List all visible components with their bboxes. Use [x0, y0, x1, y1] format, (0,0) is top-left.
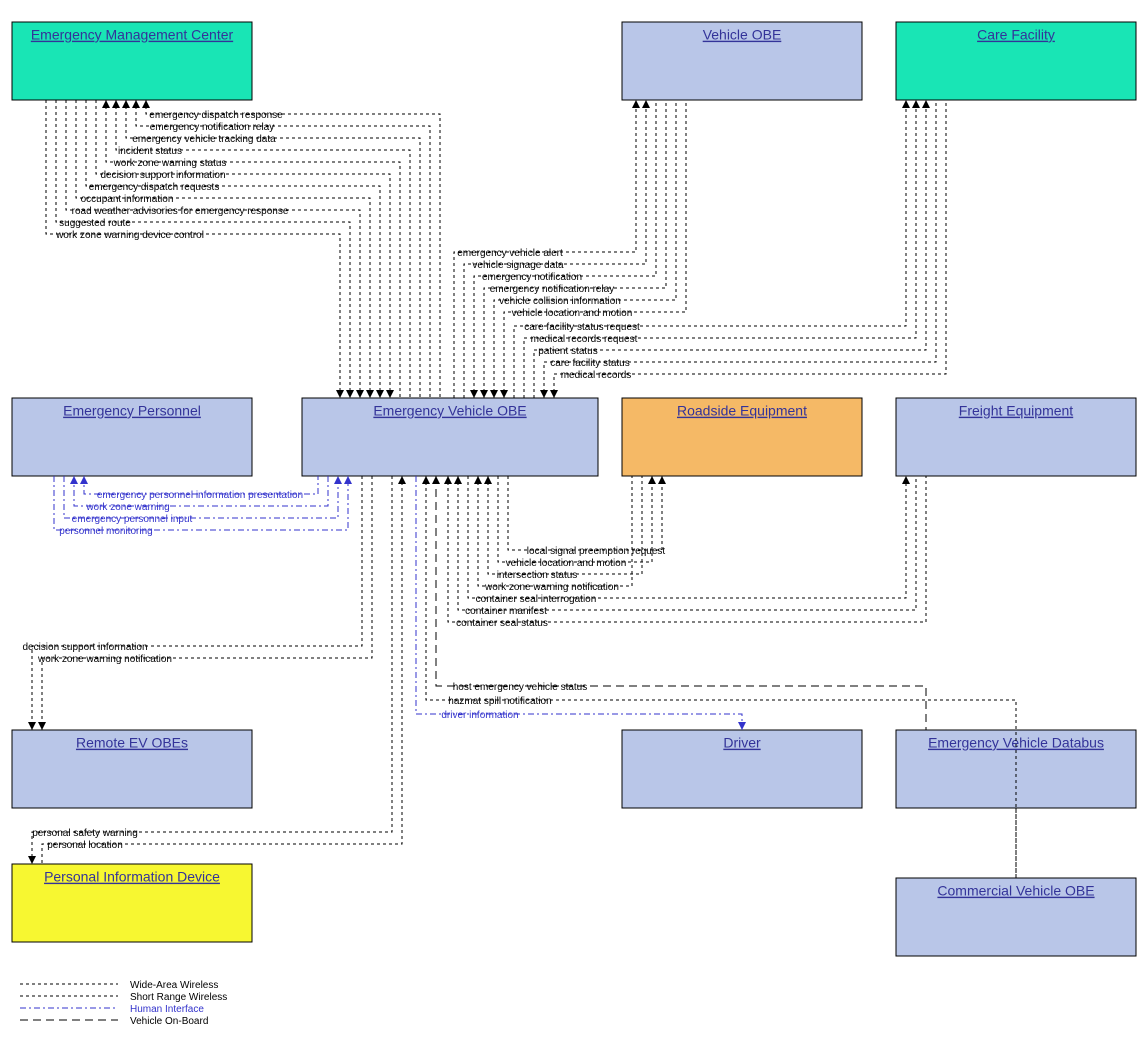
node-re[interactable]: Roadside Equipment: [622, 398, 862, 476]
flow-label[interactable]: patient status: [538, 346, 597, 357]
flow-label[interactable]: host emergency vehicle status: [453, 682, 588, 693]
flow-label[interactable]: hazmat spill notification: [448, 696, 551, 707]
flow-label[interactable]: suggested route: [59, 218, 131, 229]
flow-label[interactable]: vehicle signage data: [472, 260, 564, 271]
flow-label[interactable]: emergency dispatch requests: [89, 182, 220, 193]
node-label: Emergency Vehicle OBE: [373, 403, 526, 419]
node-label: Vehicle OBE: [703, 27, 782, 43]
node-fe[interactable]: Freight Equipment: [896, 398, 1136, 476]
node-label: Emergency Vehicle Databus: [928, 735, 1104, 751]
node-care[interactable]: Care Facility: [896, 22, 1136, 100]
flow-label[interactable]: emergency notification relay: [490, 284, 615, 295]
flow-label[interactable]: care facility status request: [524, 322, 640, 333]
node-label: Roadside Equipment: [677, 403, 807, 419]
node-label: Emergency Management Center: [31, 27, 234, 43]
flow-label[interactable]: container manifest: [465, 606, 547, 617]
flow-label[interactable]: medical records request: [531, 334, 638, 345]
legend-label: Wide-Area Wireless: [130, 980, 218, 991]
flow-label[interactable]: care facility status: [550, 358, 629, 369]
node-rev[interactable]: Remote EV OBEs: [12, 730, 252, 808]
flow-label[interactable]: work zone warning: [85, 502, 169, 513]
flow-label[interactable]: work zone warning status: [113, 158, 227, 169]
flow-label[interactable]: work zone warning notification: [37, 654, 172, 665]
flow-label[interactable]: emergency notification relay: [150, 122, 275, 133]
flow-label[interactable]: container seal status: [456, 618, 548, 629]
flow-label[interactable]: emergency vehicle tracking data: [132, 134, 276, 145]
node-pid[interactable]: Personal Information Device: [12, 864, 252, 942]
flow-label[interactable]: container seal interrogation: [476, 594, 597, 605]
flow-label[interactable]: emergency notification: [482, 272, 582, 283]
legend-label: Vehicle On-Board: [130, 1016, 208, 1027]
flow-label[interactable]: personal safety warning: [32, 828, 138, 839]
flow-label[interactable]: occupant information: [81, 194, 174, 205]
flow-label[interactable]: vehicle location and motion: [506, 558, 627, 569]
flow-label[interactable]: work zone warning notification: [484, 582, 619, 593]
flow-label[interactable]: emergency personnel information presenta…: [97, 490, 303, 501]
flow-label[interactable]: driver information: [441, 710, 518, 721]
flow-label[interactable]: road weather advisories for emergency re…: [72, 206, 289, 217]
node-vobe[interactable]: Vehicle OBE: [622, 22, 862, 100]
flow-label[interactable]: vehicle collision information: [499, 296, 621, 307]
flow-label[interactable]: emergency dispatch response: [149, 110, 283, 121]
node-label: Commercial Vehicle OBE: [937, 883, 1094, 899]
flow-label[interactable]: decision support information: [22, 642, 147, 653]
node-ep[interactable]: Emergency Personnel: [12, 398, 252, 476]
node-label: Freight Equipment: [959, 403, 1074, 419]
flow-label[interactable]: vehicle location and motion: [512, 308, 633, 319]
node-driver[interactable]: Driver: [622, 730, 862, 808]
flow-label[interactable]: decision support information: [100, 170, 225, 181]
node-emc[interactable]: Emergency Management Center: [12, 22, 252, 100]
node-label: Driver: [723, 735, 761, 751]
node-label: Emergency Personnel: [63, 403, 201, 419]
flow-label[interactable]: incident status: [118, 146, 182, 157]
node-label: Care Facility: [977, 27, 1055, 43]
node-label: Remote EV OBEs: [76, 735, 188, 751]
flow-label[interactable]: intersection status: [497, 570, 578, 581]
legend-label: Human Interface: [130, 1004, 204, 1015]
flow-label[interactable]: personnel monitoring: [59, 526, 152, 537]
flow-label[interactable]: emergency personnel input: [72, 514, 193, 525]
flow-label[interactable]: personal location: [47, 840, 123, 851]
legend: Wide-Area Wireless Short Range Wireless …: [20, 980, 227, 1027]
flow-label[interactable]: emergency vehicle alert: [457, 248, 563, 259]
node-cvobe[interactable]: Commercial Vehicle OBE: [896, 878, 1136, 956]
diagram-canvas: Emergency Management Center Vehicle OBE …: [0, 0, 1148, 1045]
legend-label: Short Range Wireless: [130, 992, 227, 1003]
node-evobe[interactable]: Emergency Vehicle OBE: [302, 398, 598, 476]
node-label: Personal Information Device: [44, 869, 220, 885]
flow-label[interactable]: medical records: [561, 370, 632, 381]
flow-label[interactable]: local signal preemption request: [527, 546, 666, 557]
flow-label[interactable]: work zone warning device control: [55, 230, 204, 241]
